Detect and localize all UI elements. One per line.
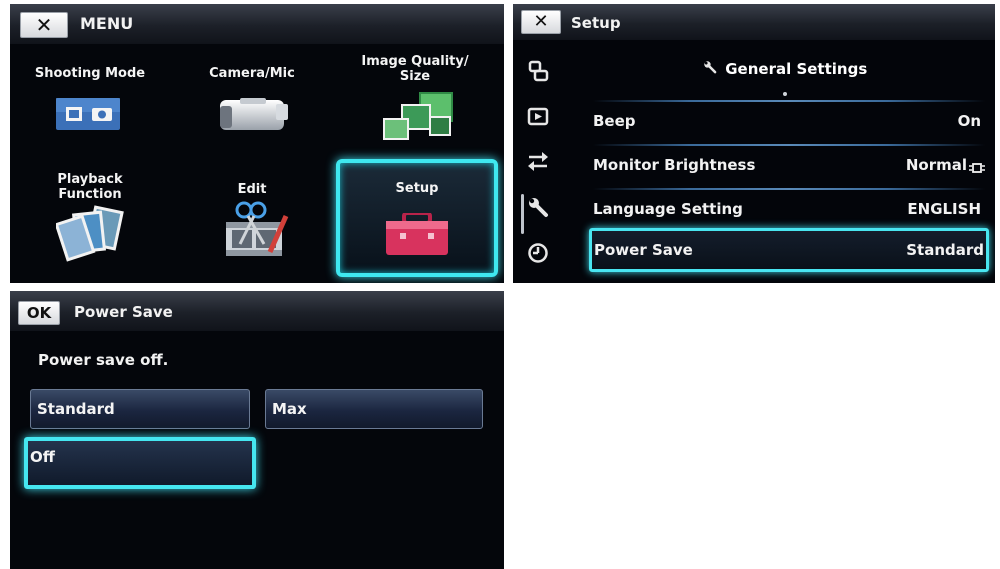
setup-screen: ✕ Setup General Settings Beep On Monitor…: [513, 4, 995, 283]
option-label: Max: [272, 400, 307, 418]
status-text: Power save off.: [38, 351, 169, 369]
wrench-icon: [703, 60, 717, 78]
menu-tile-camera-mic[interactable]: Camera/Mic: [172, 46, 332, 162]
setting-label: Power Save: [594, 241, 693, 259]
row-separator: [593, 144, 985, 146]
page-dot: [783, 92, 787, 96]
setting-label: Monitor Brightness: [593, 156, 756, 174]
setting-value: Normal: [905, 156, 967, 174]
option-max-button[interactable]: Max: [265, 389, 483, 429]
section-header: General Settings: [703, 60, 867, 78]
ok-button[interactable]: OK: [18, 301, 60, 325]
option-label: Off: [30, 448, 55, 466]
menu-top-bar: ✕ MENU: [10, 4, 504, 44]
close-button[interactable]: ✕: [521, 10, 561, 34]
setting-value: On: [957, 112, 981, 130]
menu-tile-label: Setup: [395, 181, 439, 196]
row-separator: [593, 100, 985, 102]
page-title: Setup: [571, 14, 621, 32]
row-separator: [593, 188, 985, 190]
display-icon[interactable]: [527, 60, 549, 82]
menu-tile-label: Playback Function: [57, 172, 123, 202]
camera-mic-icon: [220, 98, 288, 130]
option-standard-button[interactable]: Standard: [30, 389, 250, 429]
clock-icon[interactable]: [527, 242, 549, 264]
playback-function-icon: [56, 205, 124, 262]
wrench-icon[interactable]: [527, 196, 549, 218]
brightness-icon: [969, 159, 985, 178]
setting-label: Language Setting: [593, 200, 743, 218]
setting-value: Standard: [906, 241, 984, 259]
setting-label: Beep: [593, 112, 636, 130]
menu-tile-edit[interactable]: Edit: [172, 160, 332, 276]
section-title: General Settings: [725, 60, 868, 78]
option-off-button[interactable]: Off: [24, 437, 256, 489]
menu-tile-label: Edit: [237, 182, 267, 197]
menu-tile-label: Camera/Mic: [209, 66, 295, 81]
option-label: Standard: [37, 400, 115, 418]
edit-icon: [226, 201, 289, 256]
playback-icon[interactable]: [527, 106, 549, 128]
menu-screen: ✕ MENU Shooting Mode Camera/Mic Image Qu…: [10, 4, 504, 283]
scroll-indicator[interactable]: [521, 194, 524, 234]
setup-top-bar: ✕ Setup: [513, 4, 995, 40]
setting-row-language[interactable]: Language Setting ENGLISH: [593, 192, 989, 228]
image-quality-icon: [383, 92, 453, 140]
menu-tile-label: Shooting Mode: [34, 66, 146, 81]
menu-tile-image-quality[interactable]: Image Quality/ Size: [335, 46, 495, 162]
toolbox-icon: [386, 213, 448, 255]
setting-row-power-save[interactable]: Power Save Standard: [589, 228, 989, 272]
page-title: MENU: [80, 14, 134, 33]
transfer-icon[interactable]: [527, 150, 549, 172]
page-title: Power Save: [74, 303, 173, 321]
close-button[interactable]: ✕: [20, 12, 68, 38]
menu-tile-playback-function[interactable]: Playback Function: [10, 160, 170, 276]
power-save-screen: OK Power Save Power save off. Standard M…: [10, 291, 504, 569]
setting-row-monitor-brightness[interactable]: Monitor Brightness Normal: [593, 148, 989, 184]
setting-row-beep[interactable]: Beep On: [593, 104, 989, 140]
menu-tile-label: Image Quality/ Size: [361, 54, 469, 84]
setting-value: ENGLISH: [907, 200, 981, 218]
shooting-mode-icon: [56, 98, 120, 130]
power-save-top-bar: OK Power Save: [10, 291, 504, 331]
menu-tile-shooting-mode[interactable]: Shooting Mode: [10, 46, 170, 162]
menu-tile-setup[interactable]: Setup: [336, 159, 498, 277]
